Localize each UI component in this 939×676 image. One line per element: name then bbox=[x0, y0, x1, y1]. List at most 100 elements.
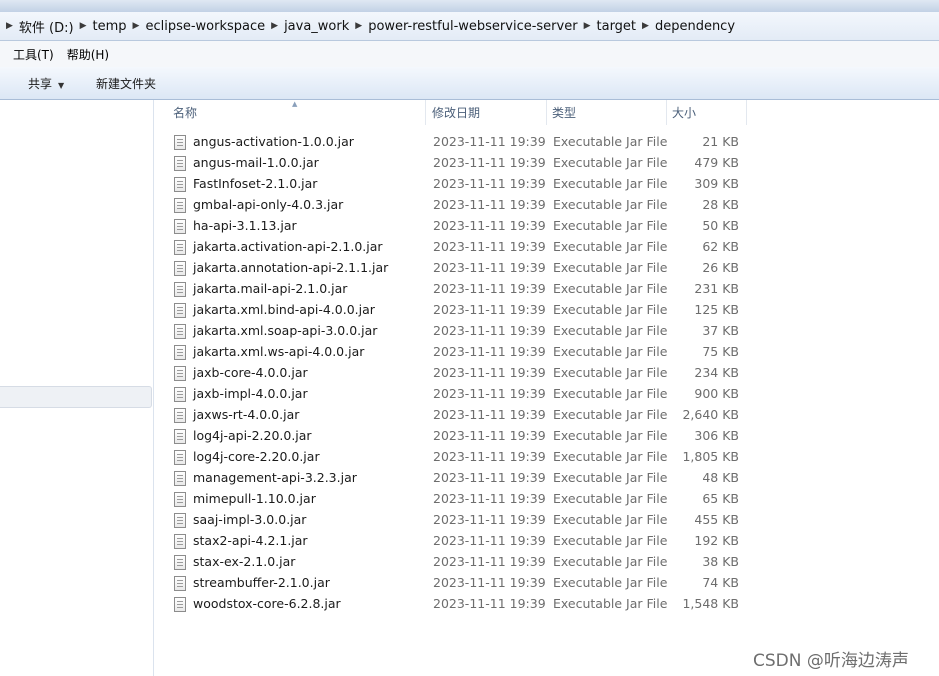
file-type: Executable Jar File bbox=[553, 323, 668, 338]
taskbar-tab[interactable] bbox=[359, 0, 520, 12]
chevron-right-icon[interactable]: ▶ bbox=[74, 21, 93, 31]
file-row[interactable]: gmbal-api-only-4.0.3.jar 2023-11-11 19:39… bbox=[154, 196, 754, 217]
file-row[interactable]: mimepull-1.10.0.jar 2023-11-11 19:39 Execu… bbox=[154, 490, 754, 511]
file-type: Executable Jar File bbox=[553, 575, 668, 590]
file-type: Executable Jar File bbox=[553, 533, 668, 548]
jar-file-icon bbox=[174, 492, 186, 507]
file-name: FastInfoset-2.1.0.jar bbox=[193, 176, 318, 191]
file-row[interactable]: ha-api-3.1.13.jar 2023-11-11 19:39 Executa… bbox=[154, 217, 754, 238]
jar-file-icon bbox=[174, 555, 186, 570]
file-row[interactable]: jakarta.xml.ws-api-4.0.0.jar 2023-11-11 1… bbox=[154, 343, 754, 364]
file-row[interactable]: FastInfoset-2.1.0.jar 2023-11-11 19:39 Exe… bbox=[154, 175, 754, 196]
jar-file-icon bbox=[174, 429, 186, 444]
breadcrumb-item[interactable]: power-restful-webservice-server bbox=[368, 19, 577, 34]
file-list-pane: ▲ 名称 修改日期 类型 大小 angus-activation-1.0.0.j… bbox=[154, 100, 939, 676]
breadcrumb-item[interactable]: target bbox=[597, 19, 637, 34]
jar-file-icon bbox=[174, 597, 186, 612]
file-row[interactable]: streambuffer-2.1.0.jar 2023-11-11 19:39 Ex… bbox=[154, 574, 754, 595]
file-modified-date: 2023-11-11 19:39 bbox=[433, 449, 546, 464]
caret-down-icon: ▼ bbox=[58, 81, 65, 90]
file-name: jakarta.xml.soap-api-3.0.0.jar bbox=[193, 323, 378, 338]
taskbar-tab[interactable] bbox=[669, 0, 810, 12]
file-size: 74 KB bbox=[702, 575, 739, 590]
jar-file-icon bbox=[174, 576, 186, 591]
address-bar[interactable]: ▶ 软件 (D:) ▶ temp ▶ eclipse-workspace ▶ java_wor… bbox=[0, 12, 939, 41]
column-header-type[interactable]: 类型 bbox=[547, 100, 667, 125]
file-size: 231 KB bbox=[694, 281, 739, 296]
column-header-name[interactable]: 名称 bbox=[168, 100, 426, 125]
jar-file-icon bbox=[174, 450, 186, 465]
chevron-right-icon[interactable]: ▶ bbox=[127, 21, 146, 31]
file-modified-date: 2023-11-11 19:39 bbox=[433, 134, 546, 149]
jar-file-icon bbox=[174, 534, 186, 549]
chevron-right-icon[interactable]: ▶ bbox=[578, 21, 597, 31]
breadcrumb-item[interactable]: dependency bbox=[655, 19, 735, 34]
file-row[interactable]: woodstox-core-6.2.8.jar 2023-11-11 19:39 E… bbox=[154, 595, 754, 616]
file-row[interactable]: jakarta.xml.soap-api-3.0.0.jar 2023-11-11… bbox=[154, 322, 754, 343]
file-type: Executable Jar File bbox=[553, 428, 668, 443]
file-name: jakarta.xml.bind-api-4.0.0.jar bbox=[193, 302, 375, 317]
file-row[interactable]: stax-ex-2.1.0.jar 2023-11-11 19:39 Executa… bbox=[154, 553, 754, 574]
breadcrumb-item[interactable]: 软件 (D:) bbox=[19, 17, 74, 36]
menu-help[interactable]: 帮助(H) bbox=[67, 46, 109, 63]
jar-file-icon bbox=[174, 387, 186, 402]
file-name: jakarta.activation-api-2.1.0.jar bbox=[193, 239, 383, 254]
file-row[interactable]: angus-mail-1.0.0.jar 2023-11-11 19:39 Exec… bbox=[154, 154, 754, 175]
file-row[interactable]: jakarta.activation-api-2.1.0.jar 2023-11-… bbox=[154, 238, 754, 259]
taskbar-tab[interactable] bbox=[519, 0, 670, 12]
file-row[interactable]: log4j-api-2.20.0.jar 2023-11-11 19:39 Exec… bbox=[154, 427, 754, 448]
taskbar-tab[interactable] bbox=[809, 0, 939, 12]
file-row[interactable]: saaj-impl-3.0.0.jar 2023-11-11 19:39 Execu… bbox=[154, 511, 754, 532]
menu-tools[interactable]: 工具(T) bbox=[13, 46, 54, 63]
chevron-right-icon[interactable]: ▶ bbox=[265, 21, 284, 31]
file-modified-date: 2023-11-11 19:39 bbox=[433, 218, 546, 233]
taskbar-strip bbox=[0, 0, 939, 12]
file-size: 306 KB bbox=[694, 428, 739, 443]
chevron-right-icon[interactable]: ▶ bbox=[636, 21, 655, 31]
taskbar-tab[interactable] bbox=[0, 0, 105, 12]
new-folder-button[interactable]: 新建文件夹 bbox=[96, 75, 156, 92]
file-row[interactable]: angus-activation-1.0.0.jar 2023-11-11 19:… bbox=[154, 133, 754, 154]
file-size: 50 KB bbox=[702, 218, 739, 233]
file-row[interactable]: jakarta.annotation-api-2.1.1.jar 2023-11-… bbox=[154, 259, 754, 280]
file-type: Executable Jar File bbox=[553, 554, 668, 569]
taskbar-tab[interactable] bbox=[224, 0, 360, 12]
file-type: Executable Jar File bbox=[553, 197, 668, 212]
file-row[interactable]: jakarta.xml.bind-api-4.0.0.jar 2023-11-11… bbox=[154, 301, 754, 322]
share-button[interactable]: 共享 ▼ bbox=[28, 75, 64, 92]
column-header-modified[interactable]: 修改日期 bbox=[427, 100, 547, 125]
nav-selected-item[interactable] bbox=[0, 386, 152, 408]
breadcrumb: ▶ 软件 (D:) ▶ temp ▶ eclipse-workspace ▶ java_wor… bbox=[0, 16, 735, 36]
file-type: Executable Jar File bbox=[553, 491, 668, 506]
chevron-right-icon[interactable]: ▶ bbox=[0, 21, 19, 31]
file-modified-date: 2023-11-11 19:39 bbox=[433, 491, 546, 506]
jar-file-icon bbox=[174, 261, 186, 276]
file-row[interactable]: jaxb-impl-4.0.0.jar 2023-11-11 19:39 Execu… bbox=[154, 385, 754, 406]
jar-file-icon bbox=[174, 513, 186, 528]
file-name: jaxws-rt-4.0.0.jar bbox=[193, 407, 300, 422]
file-modified-date: 2023-11-11 19:39 bbox=[433, 386, 546, 401]
file-size: 1,548 KB bbox=[682, 596, 739, 611]
file-row[interactable]: stax2-api-4.2.1.jar 2023-11-11 19:39 Execu… bbox=[154, 532, 754, 553]
column-header-size[interactable]: 大小 bbox=[667, 100, 747, 125]
file-name: stax-ex-2.1.0.jar bbox=[193, 554, 296, 569]
file-row[interactable]: log4j-core-2.20.0.jar 2023-11-11 19:39 Exe… bbox=[154, 448, 754, 469]
file-name: log4j-api-2.20.0.jar bbox=[193, 428, 312, 443]
chevron-right-icon[interactable]: ▶ bbox=[349, 21, 368, 31]
file-row[interactable]: jakarta.mail-api-2.1.0.jar 2023-11-11 19:… bbox=[154, 280, 754, 301]
file-row[interactable]: jaxws-rt-4.0.0.jar 2023-11-11 19:39 Execut… bbox=[154, 406, 754, 427]
file-size: 455 KB bbox=[694, 512, 739, 527]
file-size: 2,640 KB bbox=[682, 407, 739, 422]
breadcrumb-item[interactable]: temp bbox=[93, 19, 127, 34]
navigation-pane[interactable] bbox=[0, 100, 154, 676]
taskbar-tab[interactable] bbox=[104, 0, 225, 12]
file-row[interactable]: management-api-3.2.3.jar 2023-11-11 19:39… bbox=[154, 469, 754, 490]
file-row[interactable]: jaxb-core-4.0.0.jar 2023-11-11 19:39 Execu… bbox=[154, 364, 754, 385]
file-name: log4j-core-2.20.0.jar bbox=[193, 449, 320, 464]
file-size: 234 KB bbox=[694, 365, 739, 380]
breadcrumb-item[interactable]: eclipse-workspace bbox=[145, 19, 265, 34]
file-size: 26 KB bbox=[702, 260, 739, 275]
file-name: jakarta.mail-api-2.1.0.jar bbox=[193, 281, 348, 296]
command-bar: 共享 ▼ 新建文件夹 bbox=[0, 67, 939, 100]
breadcrumb-item[interactable]: java_work bbox=[284, 19, 349, 34]
